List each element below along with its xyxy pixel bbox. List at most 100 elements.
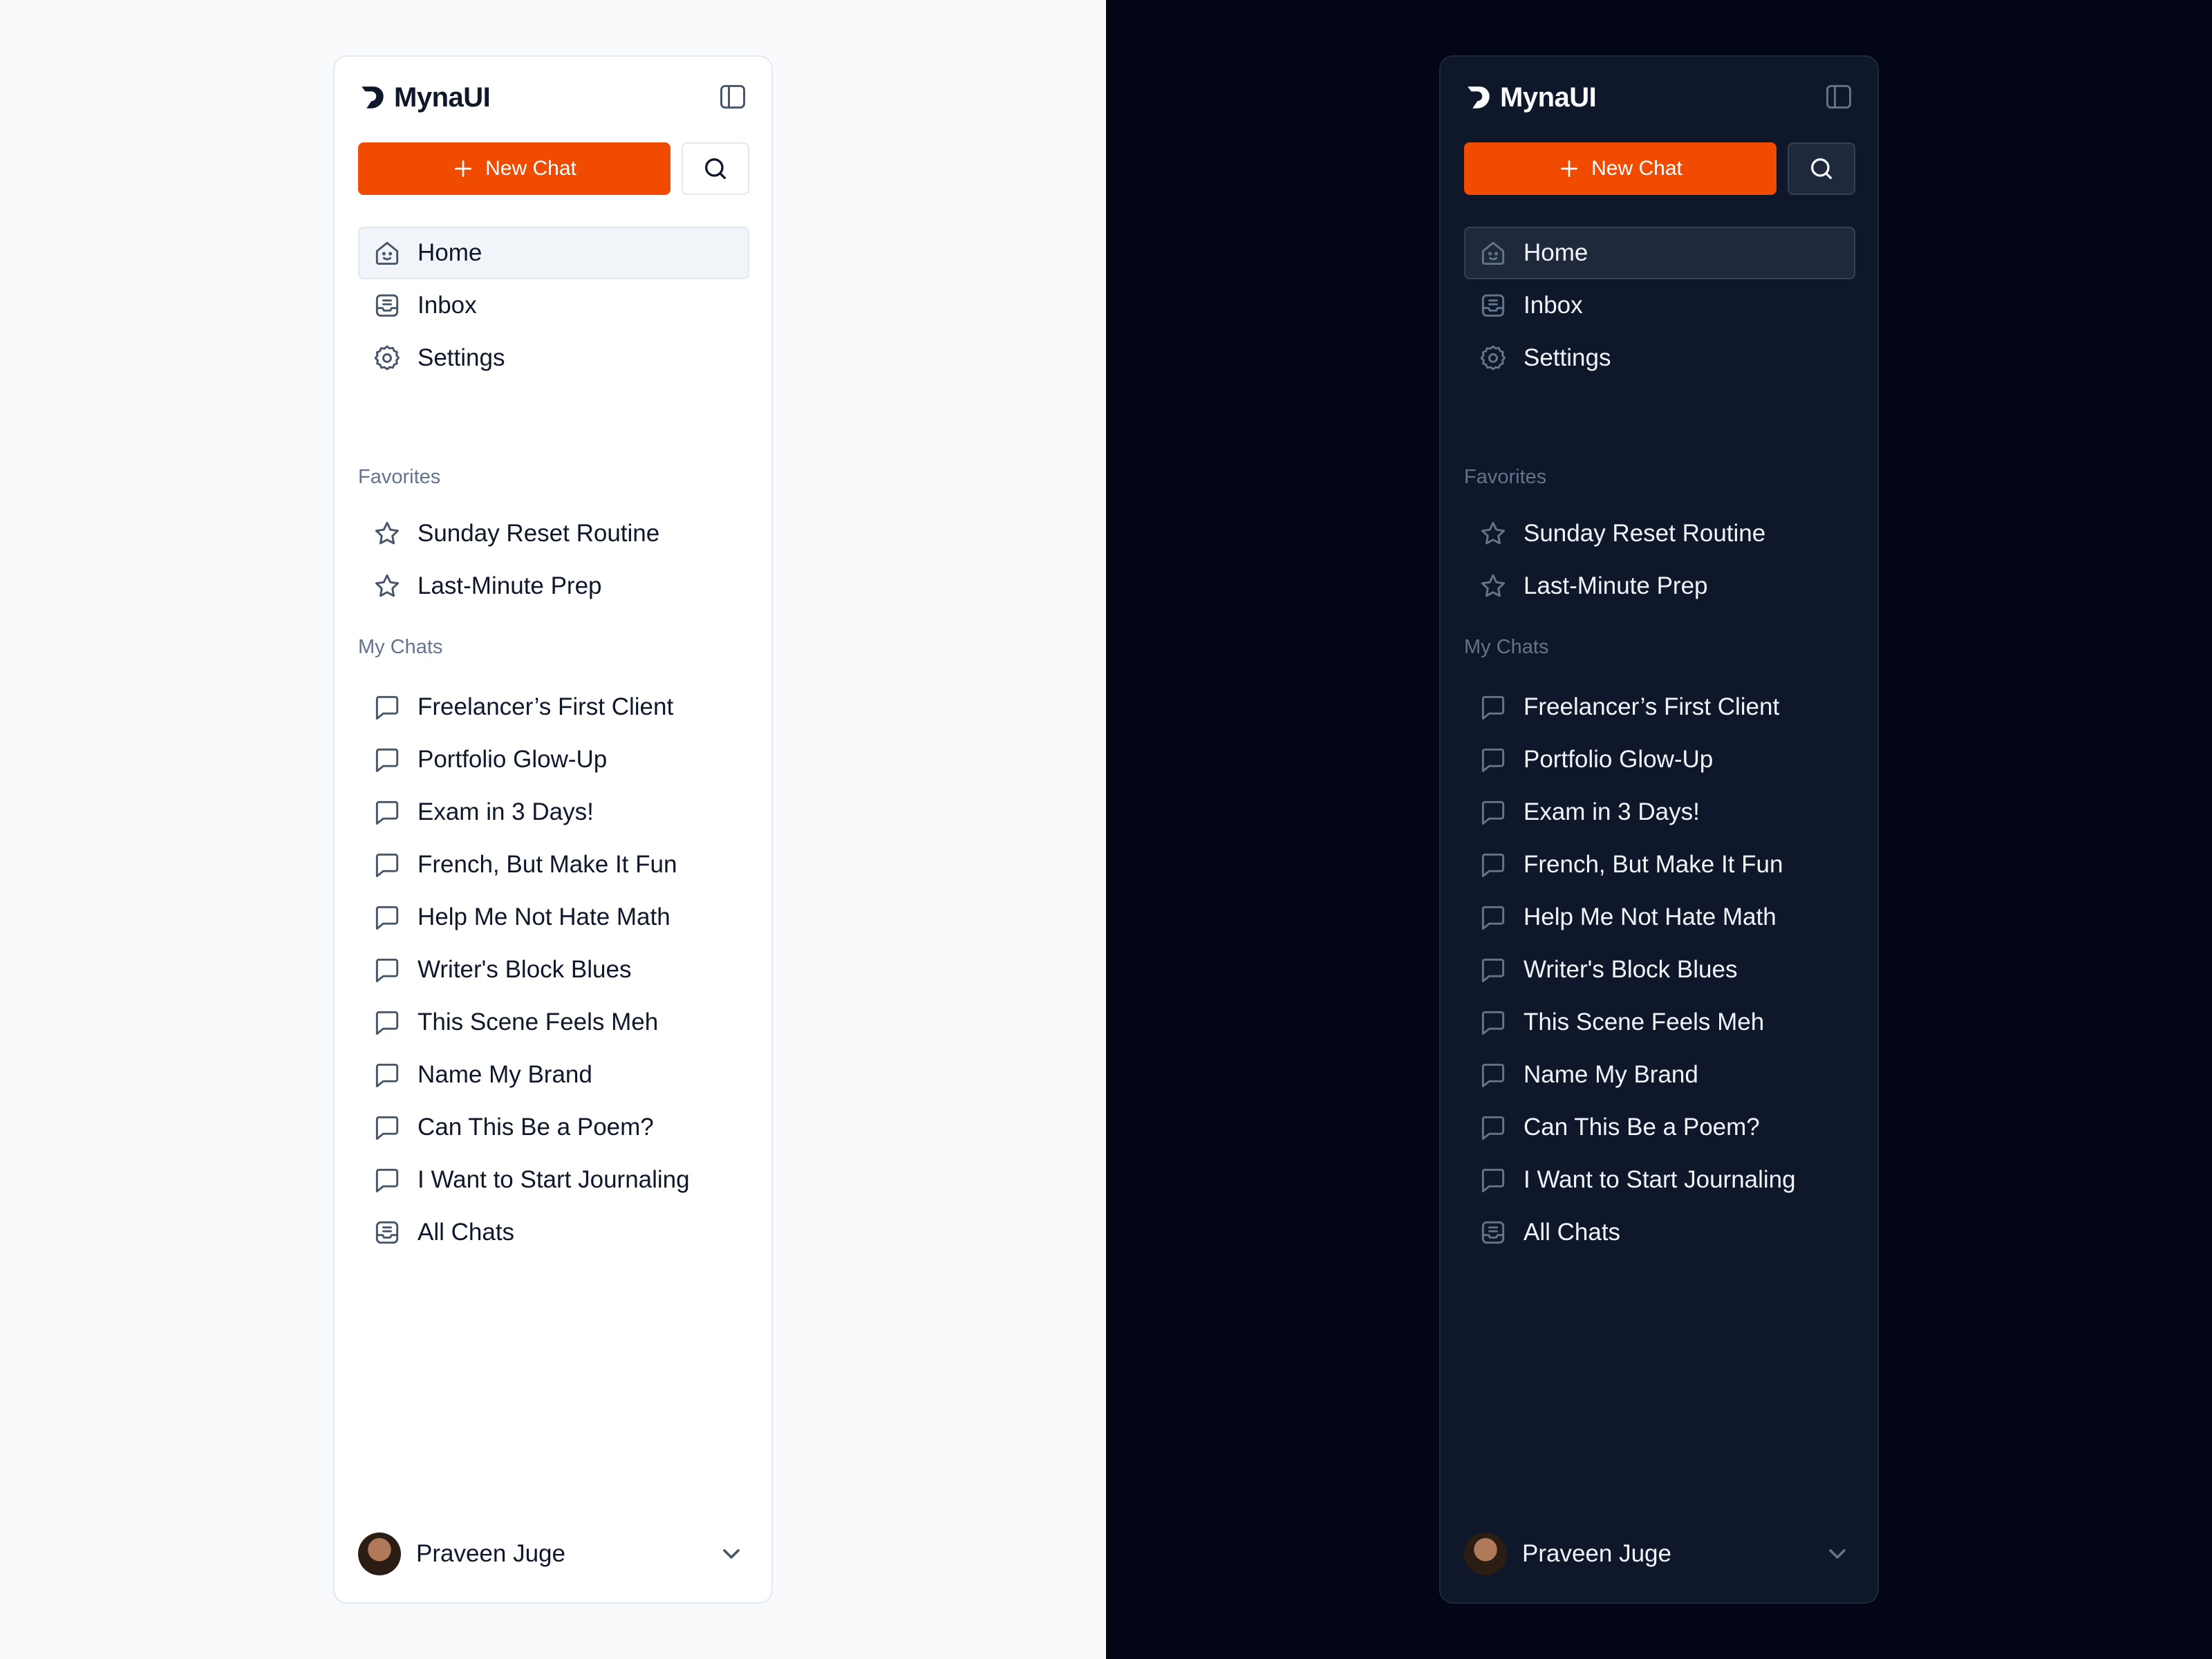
chat-item-label: Help Me Not Hate Math bbox=[418, 903, 671, 930]
user-menu[interactable]: Praveen Juge bbox=[358, 1532, 748, 1576]
chevron-down-icon[interactable] bbox=[718, 1540, 745, 1568]
home-icon bbox=[375, 241, 399, 265]
message-icon bbox=[1481, 695, 1505, 720]
message-icon bbox=[375, 1011, 399, 1035]
chat-item-label: Help Me Not Hate Math bbox=[1524, 903, 1777, 930]
nav-item-inbox[interactable]: Inbox bbox=[358, 279, 749, 332]
user-menu[interactable]: Praveen Juge bbox=[1464, 1532, 1854, 1576]
new-chat-label: New Chat bbox=[1591, 157, 1683, 180]
chat-item-freelancer-s-first-client[interactable]: Freelancer’s First Client bbox=[1464, 681, 1855, 733]
favorite-item-label: Sunday Reset Routine bbox=[418, 520, 660, 547]
favorite-item-label: Last-Minute Prep bbox=[418, 572, 602, 599]
avatar bbox=[358, 1533, 401, 1575]
nav-item-label: Settings bbox=[418, 344, 505, 371]
nav-item-settings[interactable]: Settings bbox=[358, 332, 749, 384]
brand-name: MynaUI bbox=[394, 82, 491, 113]
chat-item-exam-in-3-days[interactable]: Exam in 3 Days! bbox=[1464, 786, 1855, 838]
chat-item-name-my-brand[interactable]: Name My Brand bbox=[358, 1049, 749, 1101]
nav-item-inbox[interactable]: Inbox bbox=[1464, 279, 1855, 332]
chat-item-portfolio-glow-up[interactable]: Portfolio Glow-Up bbox=[358, 733, 749, 786]
favorite-item-last-minute-prep[interactable]: Last-Minute Prep bbox=[358, 560, 749, 612]
dark-theme-panel: MynaUI New Chat Home Inbox Settings Favori… bbox=[1106, 0, 2212, 1659]
chat-item-this-scene-feels-meh[interactable]: This Scene Feels Meh bbox=[1464, 996, 1855, 1049]
chat-item-label: Portfolio Glow-Up bbox=[1524, 746, 1714, 773]
chevron-down-icon[interactable] bbox=[1824, 1540, 1851, 1568]
avatar bbox=[1464, 1533, 1507, 1575]
message-icon bbox=[375, 695, 399, 720]
message-icon bbox=[1481, 800, 1505, 825]
chat-item-help-me-not-hate-math[interactable]: Help Me Not Hate Math bbox=[358, 891, 749, 944]
chat-item-label: This Scene Feels Meh bbox=[1524, 1009, 1765, 1035]
new-chat-button[interactable]: New Chat bbox=[358, 142, 671, 195]
message-icon bbox=[1481, 853, 1505, 877]
my-chats-list: Freelancer’s First Client Portfolio Glow-… bbox=[1464, 681, 1855, 1259]
favorite-item-label: Last-Minute Prep bbox=[1524, 572, 1708, 599]
chat-item-i-want-to-start-journaling[interactable]: I Want to Start Journaling bbox=[1464, 1154, 1855, 1206]
chat-item-label: French, But Make It Fun bbox=[1524, 851, 1783, 878]
nav-item-label: Home bbox=[1524, 239, 1588, 266]
sidebar: MynaUI New Chat Home Inbox Settings Favori… bbox=[1439, 55, 1879, 1604]
star-icon bbox=[1481, 574, 1506, 597]
sidebar-toggle-icon[interactable] bbox=[718, 82, 748, 112]
sidebar-toggle-icon[interactable] bbox=[1824, 82, 1854, 112]
chat-item-can-this-be-a-poem[interactable]: Can This Be a Poem? bbox=[358, 1101, 749, 1154]
chat-item-label: Can This Be a Poem? bbox=[1524, 1114, 1760, 1141]
search-button[interactable] bbox=[682, 142, 749, 195]
chat-item-i-want-to-start-journaling[interactable]: I Want to Start Journaling bbox=[358, 1154, 749, 1206]
chat-item-label: All Chats bbox=[418, 1219, 515, 1246]
favorite-item-last-minute-prep[interactable]: Last-Minute Prep bbox=[1464, 560, 1855, 612]
inbox-icon bbox=[1481, 1221, 1505, 1244]
chat-item-french-but-make-it-fun[interactable]: French, But Make It Fun bbox=[1464, 838, 1855, 891]
chat-item-name-my-brand[interactable]: Name My Brand bbox=[1464, 1049, 1855, 1101]
light-theme-panel: MynaUI New Chat Home Inbox Settings Favori… bbox=[0, 0, 1106, 1659]
chat-item-freelancer-s-first-client[interactable]: Freelancer’s First Client bbox=[358, 681, 749, 733]
chat-item-writer-s-block-blues[interactable]: Writer's Block Blues bbox=[358, 944, 749, 996]
new-chat-button[interactable]: New Chat bbox=[1464, 142, 1777, 195]
chat-item-this-scene-feels-meh[interactable]: This Scene Feels Meh bbox=[358, 996, 749, 1049]
chat-item-label: Exam in 3 Days! bbox=[1524, 798, 1700, 825]
brand[interactable]: MynaUI bbox=[358, 80, 491, 115]
brand[interactable]: MynaUI bbox=[1464, 80, 1597, 115]
chat-item-label: Portfolio Glow-Up bbox=[418, 746, 608, 773]
chat-item-can-this-be-a-poem[interactable]: Can This Be a Poem? bbox=[1464, 1101, 1855, 1154]
new-chat-label: New Chat bbox=[485, 157, 577, 180]
chat-item-label: I Want to Start Journaling bbox=[1524, 1166, 1796, 1193]
inbox-icon bbox=[375, 1221, 399, 1244]
message-icon bbox=[1481, 958, 1505, 982]
chat-item-label: Exam in 3 Days! bbox=[418, 798, 594, 825]
home-icon bbox=[1481, 241, 1505, 265]
search-icon bbox=[704, 158, 726, 179]
chat-item-label: French, But Make It Fun bbox=[418, 851, 677, 878]
chat-item-all-chats[interactable]: All Chats bbox=[358, 1206, 749, 1259]
favorite-item-sunday-reset-routine[interactable]: Sunday Reset Routine bbox=[1464, 507, 1855, 560]
message-icon bbox=[1481, 906, 1505, 930]
my-chats-list: Freelancer’s First Client Portfolio Glow-… bbox=[358, 681, 749, 1259]
nav-item-home[interactable]: Home bbox=[1464, 227, 1855, 279]
chat-item-exam-in-3-days[interactable]: Exam in 3 Days! bbox=[358, 786, 749, 838]
star-icon bbox=[375, 521, 400, 545]
search-icon bbox=[1811, 158, 1832, 179]
myna-logo-icon bbox=[1468, 86, 1490, 109]
chat-item-all-chats[interactable]: All Chats bbox=[1464, 1206, 1855, 1259]
message-icon bbox=[375, 748, 399, 772]
chat-item-label: Writer's Block Blues bbox=[1524, 956, 1738, 983]
chat-item-label: All Chats bbox=[1524, 1219, 1621, 1246]
nav-item-home[interactable]: Home bbox=[358, 227, 749, 279]
star-icon bbox=[375, 574, 400, 597]
chat-item-label: I Want to Start Journaling bbox=[418, 1166, 690, 1193]
favorites-list: Sunday Reset Routine Last-Minute Prep bbox=[358, 507, 749, 612]
chat-item-help-me-not-hate-math[interactable]: Help Me Not Hate Math bbox=[1464, 891, 1855, 944]
nav-item-settings[interactable]: Settings bbox=[1464, 332, 1855, 384]
plus-icon bbox=[455, 160, 472, 177]
message-icon bbox=[1481, 748, 1505, 772]
chat-item-portfolio-glow-up[interactable]: Portfolio Glow-Up bbox=[1464, 733, 1855, 786]
chat-item-writer-s-block-blues[interactable]: Writer's Block Blues bbox=[1464, 944, 1855, 996]
message-icon bbox=[375, 853, 399, 877]
message-icon bbox=[1481, 1168, 1505, 1192]
search-button[interactable] bbox=[1788, 142, 1855, 195]
favorite-item-sunday-reset-routine[interactable]: Sunday Reset Routine bbox=[358, 507, 749, 560]
chat-item-french-but-make-it-fun[interactable]: French, But Make It Fun bbox=[358, 838, 749, 891]
nav-item-label: Home bbox=[418, 239, 482, 266]
chat-item-label: Can This Be a Poem? bbox=[418, 1114, 654, 1141]
chat-item-label: Freelancer’s First Client bbox=[1524, 693, 1780, 720]
